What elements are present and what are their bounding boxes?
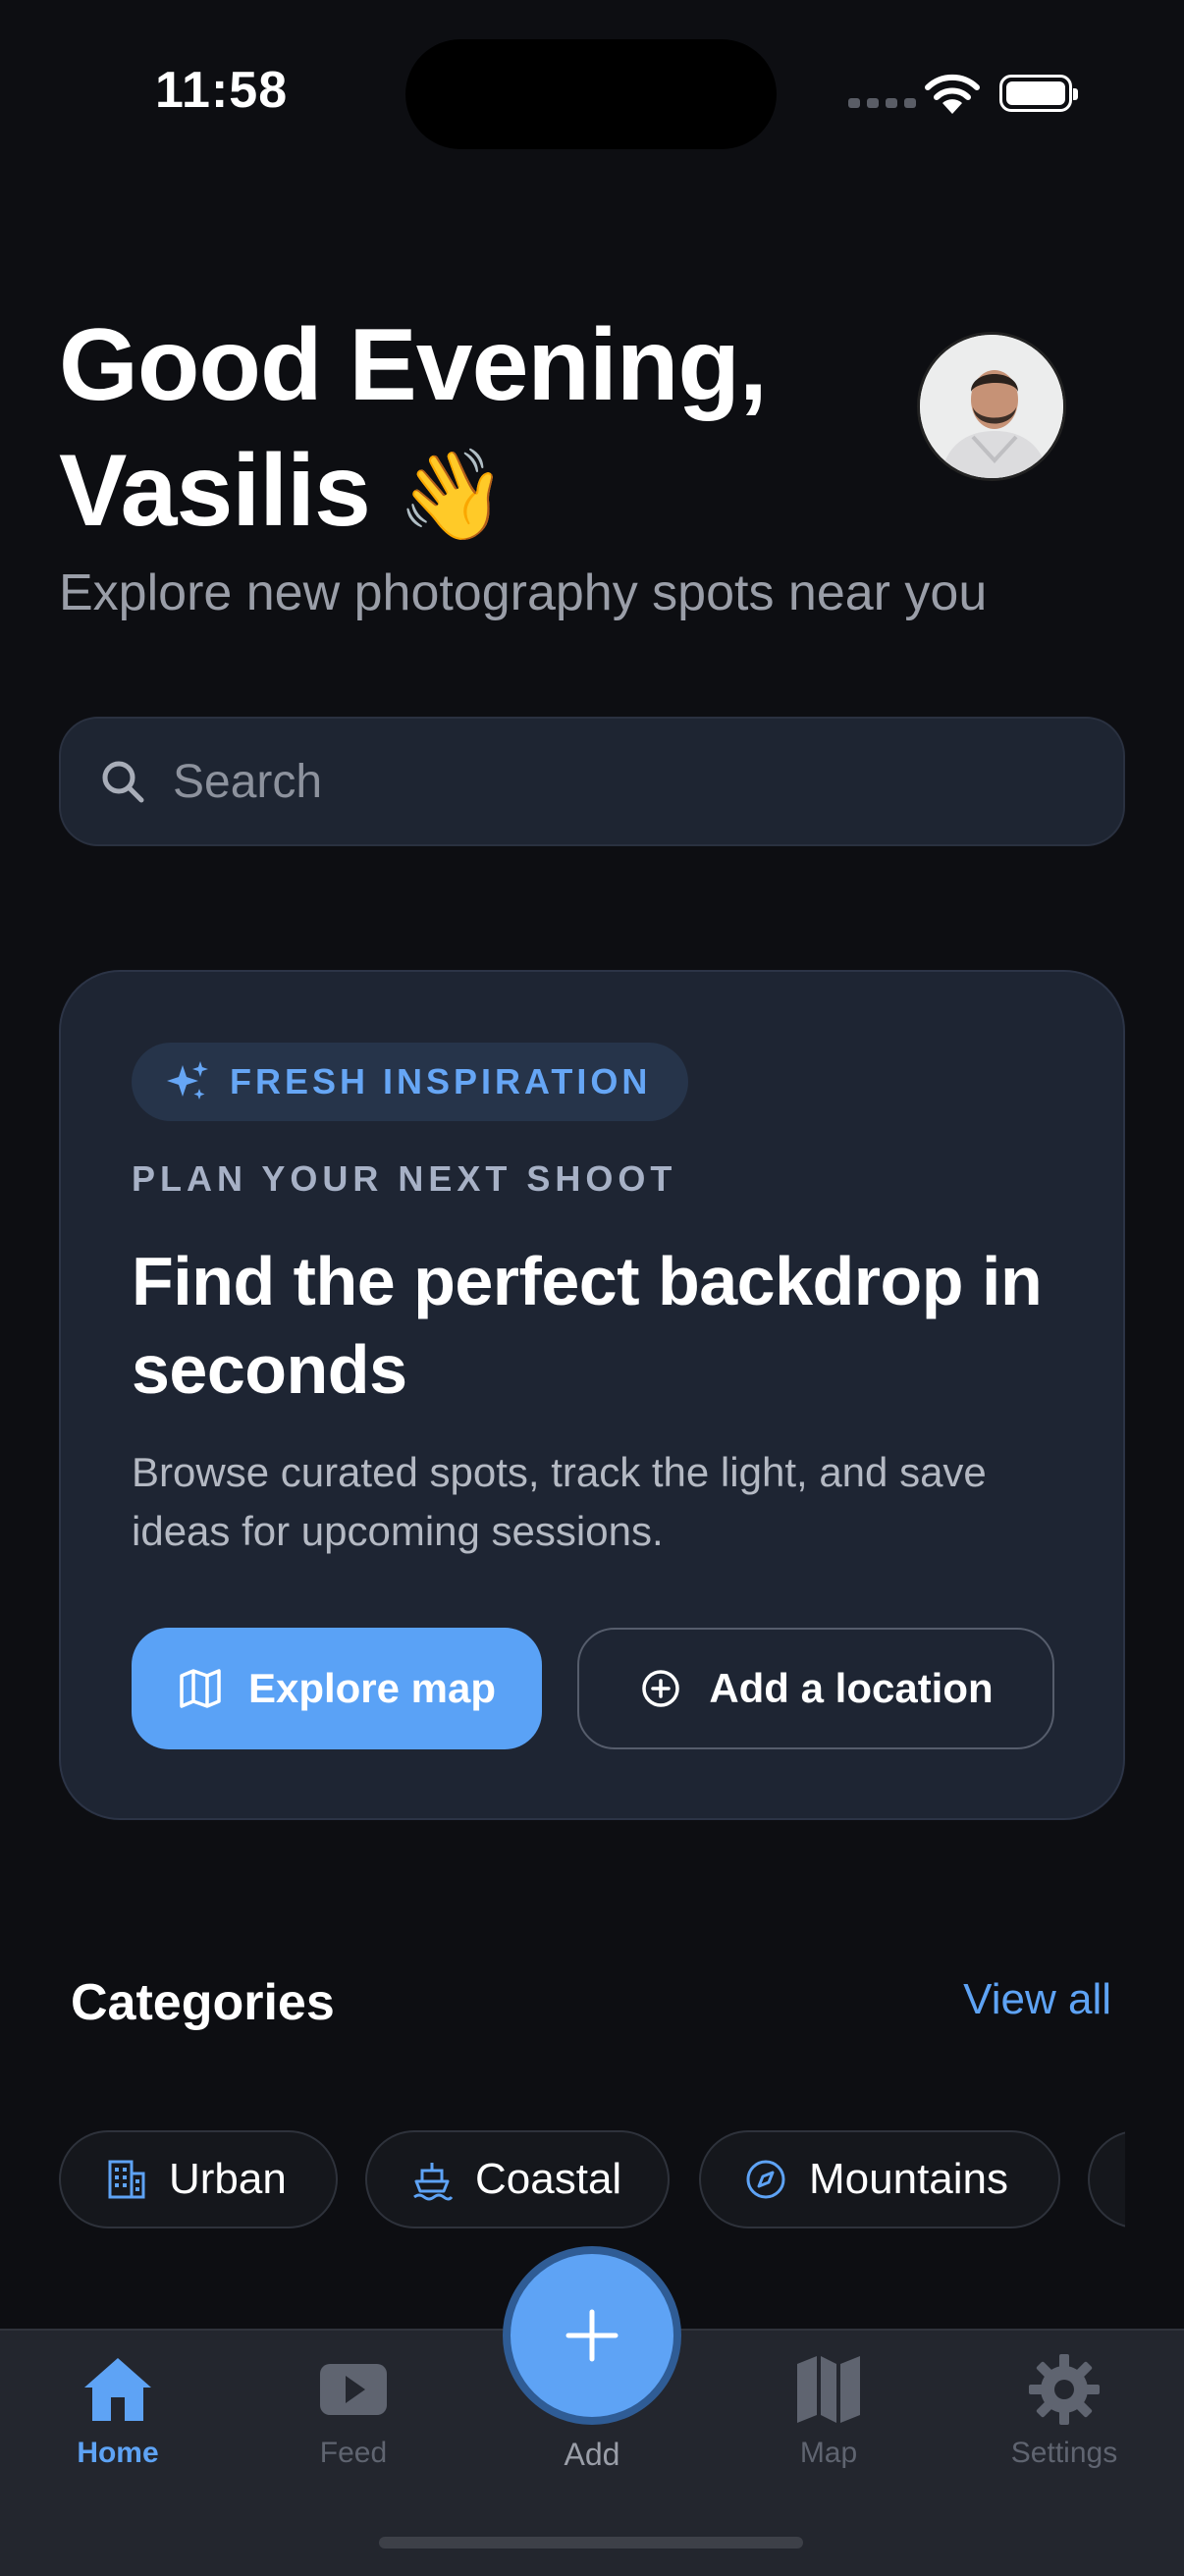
view-all-link[interactable]: View all [963, 1975, 1111, 2024]
greeting-name: Vasilis [59, 434, 371, 548]
play-icon [320, 2364, 387, 2415]
card-eyebrow: PLAN YOUR NEXT SHOOT [132, 1158, 677, 1199]
add-fab-button[interactable] [503, 2246, 681, 2425]
wifi-icon [925, 74, 980, 114]
categories-heading: Categories [71, 1974, 335, 2031]
home-icon [84, 2358, 151, 2421]
card-description: Browse curated spots, track the light, a… [132, 1449, 987, 1554]
search-bar[interactable]: Search [59, 717, 1125, 846]
compass-icon [746, 2160, 785, 2199]
tab-label-feed: Feed [319, 2437, 388, 2469]
category-chips: Urban Coastal Mountains [59, 2130, 1125, 2232]
tab-home[interactable]: Home [29, 2352, 206, 2470]
chip-label-urban: Urban [169, 2155, 287, 2203]
add-location-label: Add a location [709, 1665, 994, 1711]
greeting-subtitle: Explore new photography spots near you [59, 564, 988, 621]
cellular-signal-icon [848, 98, 916, 108]
plus-circle-icon [642, 1670, 680, 1707]
tab-settings[interactable]: Settings [976, 2352, 1153, 2470]
boat-icon [413, 2163, 454, 2201]
category-chip-urban[interactable]: Urban [59, 2130, 338, 2228]
fresh-inspiration-badge: FRESH INSPIRATION [132, 1043, 689, 1121]
badge-label: FRESH INSPIRATION [230, 1061, 652, 1101]
chip-label-coastal: Coastal [475, 2155, 622, 2203]
plus-icon [565, 2309, 619, 2362]
gear-icon [1029, 2354, 1100, 2425]
building-icon [108, 2160, 145, 2199]
avatar-photo [920, 335, 1063, 478]
inspiration-card: FRESH INSPIRATION PLAN YOUR NEXT SHOOT F… [59, 970, 1125, 1820]
tab-label-map: Map [799, 2437, 858, 2469]
status-bar: 11:58 [0, 0, 1184, 187]
sparkles-icon [167, 1061, 208, 1100]
waving-hand-emoji: 👋 [397, 447, 508, 545]
map-icon [180, 1669, 221, 1708]
explore-map-label: Explore map [247, 1665, 497, 1711]
search-icon [102, 761, 144, 803]
tab-label-settings: Settings [1010, 2437, 1118, 2469]
search-input[interactable]: Search [173, 755, 322, 809]
battery-icon [999, 75, 1078, 112]
category-chip-coastal[interactable]: Coastal [365, 2130, 670, 2228]
avatar[interactable] [917, 332, 1066, 481]
category-chip-mountains[interactable]: Mountains [699, 2130, 1060, 2228]
card-title: Find the perfect backdrop in seconds [132, 1243, 1043, 1408]
tab-label-add: Add [564, 2437, 620, 2472]
tab-feed[interactable]: Feed [265, 2352, 442, 2470]
map-icon [797, 2356, 860, 2423]
dynamic-island [405, 39, 777, 149]
greeting-heading: Good Evening, Vasilis 👋 [59, 302, 864, 559]
add-location-button[interactable]: Add a location [577, 1628, 1054, 1749]
home-indicator [379, 2537, 803, 2549]
greeting-line-1: Good Evening, [59, 308, 768, 422]
tab-label-home: Home [77, 2437, 159, 2469]
status-time: 11:58 [155, 62, 289, 119]
chip-label-mountains: Mountains [809, 2155, 1009, 2203]
category-chip-more[interactable] [1088, 2130, 1125, 2228]
tab-map[interactable]: Map [740, 2352, 917, 2470]
explore-map-button[interactable]: Explore map [132, 1628, 542, 1749]
